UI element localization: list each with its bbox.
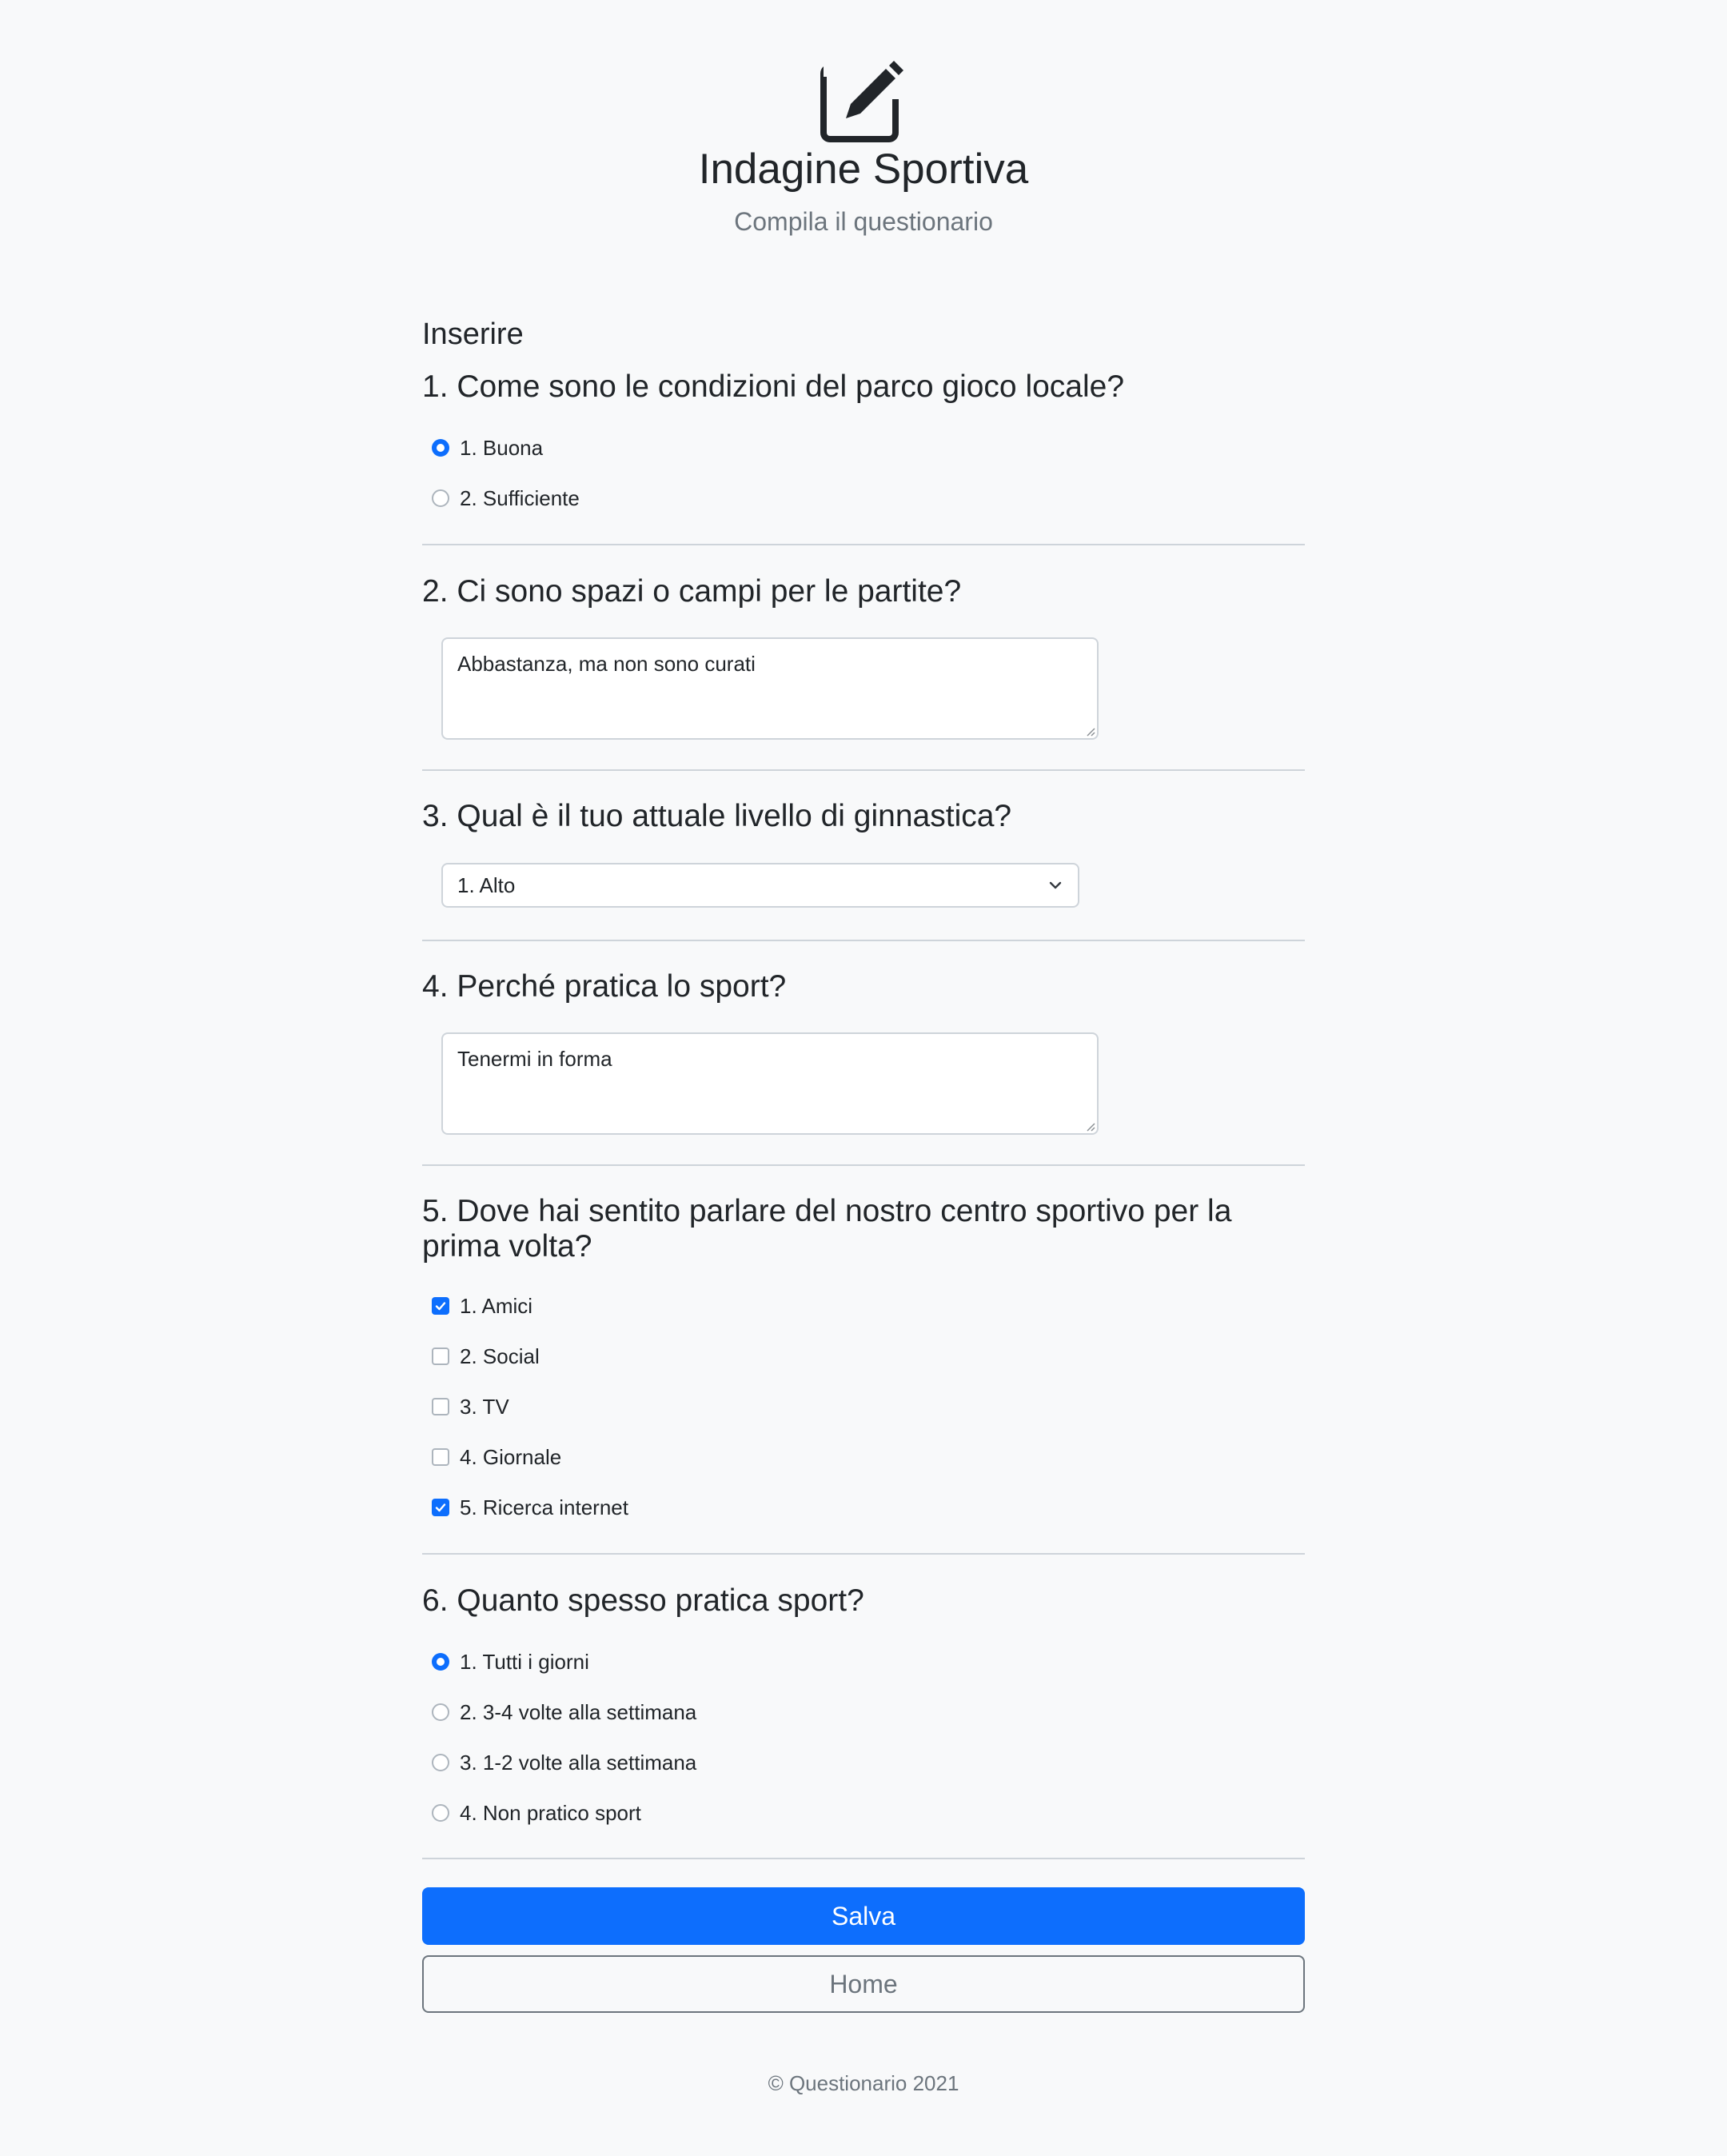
checkbox[interactable]: [432, 1348, 449, 1365]
option-label: 2. 3-4 volte alla settimana: [460, 1699, 697, 1724]
q5-option-1[interactable]: 1. Amici: [432, 1290, 532, 1322]
option-label: 2. Sufficiente: [460, 485, 580, 510]
radio-selected[interactable]: [432, 439, 449, 457]
divider: [422, 1164, 1305, 1166]
home-button[interactable]: Home: [422, 1955, 1305, 2013]
footer-copyright: © Questionario 2021: [768, 2071, 959, 2095]
question-1: 1. Come sono le condizioni del parco gio…: [422, 369, 1125, 404]
q5-option-5[interactable]: 5. Ricerca internet: [432, 1491, 628, 1523]
q5-option-3[interactable]: 3. TV: [432, 1391, 509, 1423]
select-value: 1. Alto: [457, 872, 516, 897]
resize-grip-icon[interactable]: [1084, 725, 1095, 737]
question-2: 2. Ci sono spazi o campi per le partite?: [422, 574, 962, 609]
section-title: Inserire: [422, 317, 524, 351]
option-label: 1. Amici: [460, 1293, 533, 1318]
resize-grip-icon[interactable]: [1084, 1120, 1095, 1132]
option-label: 1. Buona: [460, 435, 544, 460]
page-title: Indagine Sportiva: [698, 146, 1029, 193]
pencil-square-icon: [820, 59, 908, 142]
page-subtitle: Compila il questionario: [734, 207, 993, 236]
check-icon: [435, 1302, 446, 1311]
textarea-value: Tenermi in forma: [457, 1047, 612, 1071]
option-label: 1. Tutti i giorni: [460, 1649, 589, 1674]
checkbox[interactable]: [432, 1398, 449, 1415]
radio[interactable]: [432, 1754, 449, 1771]
q5-option-2[interactable]: 2. Social: [432, 1340, 540, 1372]
radio[interactable]: [432, 1703, 449, 1721]
option-label: 5. Ricerca internet: [460, 1495, 628, 1519]
option-label: 4. Giornale: [460, 1444, 562, 1469]
q6-option-2[interactable]: 2. 3-4 volte alla settimana: [432, 1696, 696, 1728]
option-label: 3. 1-2 volte alla settimana: [460, 1750, 697, 1775]
q1-option-2[interactable]: 2. Sufficiente: [432, 482, 580, 514]
divider: [422, 940, 1305, 941]
option-label: 3. TV: [460, 1394, 509, 1419]
q4-answer-textarea[interactable]: Tenermi in forma: [441, 1032, 1099, 1135]
option-label: 4. Non pratico sport: [460, 1800, 641, 1825]
option-label: 2. Social: [460, 1344, 540, 1368]
q6-option-4[interactable]: 4. Non pratico sport: [432, 1797, 641, 1829]
chevron-down-icon: [1049, 881, 1062, 889]
radio-selected[interactable]: [432, 1653, 449, 1671]
radio[interactable]: [432, 1804, 449, 1822]
radio[interactable]: [432, 489, 449, 507]
question-4: 4. Perché pratica lo sport?: [422, 969, 787, 1004]
q6-option-1[interactable]: 1. Tutti i giorni: [432, 1646, 589, 1678]
checkbox-checked[interactable]: [432, 1499, 449, 1516]
save-button[interactable]: Salva: [422, 1887, 1305, 1945]
divider: [422, 1858, 1305, 1859]
question-5: 5. Dove hai sentito parlare del nostro c…: [422, 1194, 1232, 1264]
q2-answer-textarea[interactable]: Abbastanza, ma non sono curati: [441, 637, 1099, 740]
q6-option-3[interactable]: 3. 1-2 volte alla settimana: [432, 1747, 696, 1779]
q5-option-4[interactable]: 4. Giornale: [432, 1441, 561, 1473]
divider: [422, 1553, 1305, 1555]
question-6: 6. Quanto spesso pratica sport?: [422, 1583, 864, 1618]
checkbox[interactable]: [432, 1448, 449, 1466]
textarea-value: Abbastanza, ma non sono curati: [457, 652, 756, 676]
checkbox-checked[interactable]: [432, 1297, 449, 1315]
q3-level-select[interactable]: 1. Alto: [441, 863, 1079, 908]
check-icon: [435, 1503, 446, 1512]
question-3: 3. Qual è il tuo attuale livello di ginn…: [422, 799, 1012, 833]
divider: [422, 544, 1305, 545]
divider: [422, 769, 1305, 771]
q1-option-1[interactable]: 1. Buona: [432, 432, 543, 464]
